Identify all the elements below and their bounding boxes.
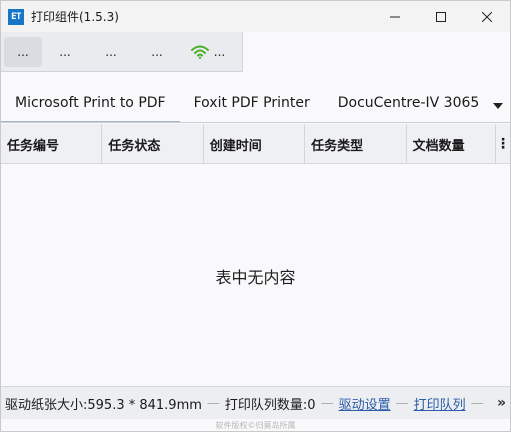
app-window: ET 打印组件(1.5.3) ... ... ... ... ... Micro…	[0, 0, 511, 432]
title-bar: ET 打印组件(1.5.3)	[1, 1, 510, 32]
tab-microsoft-print-to-pdf[interactable]: Microsoft Print to PDF	[1, 83, 180, 123]
toolbar-button-3[interactable]: ...	[88, 37, 134, 67]
toolbar-button-2[interactable]: ...	[42, 37, 88, 67]
driver-settings-link[interactable]: 驱动设置	[339, 394, 391, 413]
minimize-button[interactable]	[372, 1, 418, 32]
tab-docucentre-iv-3065[interactable]: DocuCentre-IV 3065	[324, 83, 494, 123]
status-separator: —	[395, 395, 409, 411]
column-header-doc-count[interactable]: 文档数量	[407, 124, 497, 164]
triangle-down-icon[interactable]	[492, 101, 504, 111]
status-bar: 驱动纸张大小:595.3 * 841.9mm — 打印队列数量:0 — 驱动设置…	[1, 386, 510, 419]
column-header-task-id[interactable]: 任务编号	[1, 124, 103, 164]
app-logo-icon: ET	[8, 8, 24, 25]
copyright-text: 软件版权©归莫岛所属	[215, 421, 296, 430]
close-icon	[482, 11, 492, 22]
empty-table-message: 表中无内容	[215, 268, 296, 287]
close-button[interactable]	[464, 1, 510, 32]
maximize-icon	[436, 11, 446, 22]
tabs-divider	[1, 122, 510, 123]
minimize-icon	[390, 16, 400, 17]
print-queue-link[interactable]: 打印队列	[414, 394, 466, 413]
window-title: 打印组件(1.5.3)	[31, 10, 119, 24]
window-controls	[372, 1, 510, 32]
toolbar: ... ... ... ... ...	[1, 32, 243, 72]
printer-tabs: Microsoft Print to PDF Foxit PDF Printer…	[1, 83, 510, 123]
paper-size-status: 驱动纸张大小:595.3 * 841.9mm	[5, 397, 202, 413]
column-header-created-time[interactable]: 创建时间	[204, 124, 306, 164]
status-separator: —	[320, 395, 334, 411]
table-body: 表中无内容	[1, 164, 510, 386]
toolbar-button-4[interactable]: ...	[134, 37, 180, 67]
vertical-ellipsis-icon[interactable]: ⋮	[496, 124, 510, 163]
status-separator: —	[470, 395, 484, 411]
toolbar-button-1[interactable]: ...	[4, 36, 42, 67]
column-header-task-status[interactable]: 任务状态	[102, 124, 204, 164]
queue-count-status: 打印队列数量:0	[224, 397, 316, 413]
wifi-icon	[190, 45, 209, 59]
maximize-button[interactable]	[418, 1, 464, 32]
tab-foxit-pdf-printer[interactable]: Foxit PDF Printer	[180, 83, 324, 123]
table-header: 任务编号 任务状态 创建时间 任务类型 文档数量 ⋮	[1, 124, 510, 164]
toolbar-button-network[interactable]: ...	[180, 37, 236, 67]
toolbar-button-network-label: ...	[213, 44, 226, 59]
column-header-task-type[interactable]: 任务类型	[305, 124, 407, 164]
double-chevron-right-icon[interactable]: »	[497, 395, 506, 411]
status-separator: —	[206, 395, 220, 411]
